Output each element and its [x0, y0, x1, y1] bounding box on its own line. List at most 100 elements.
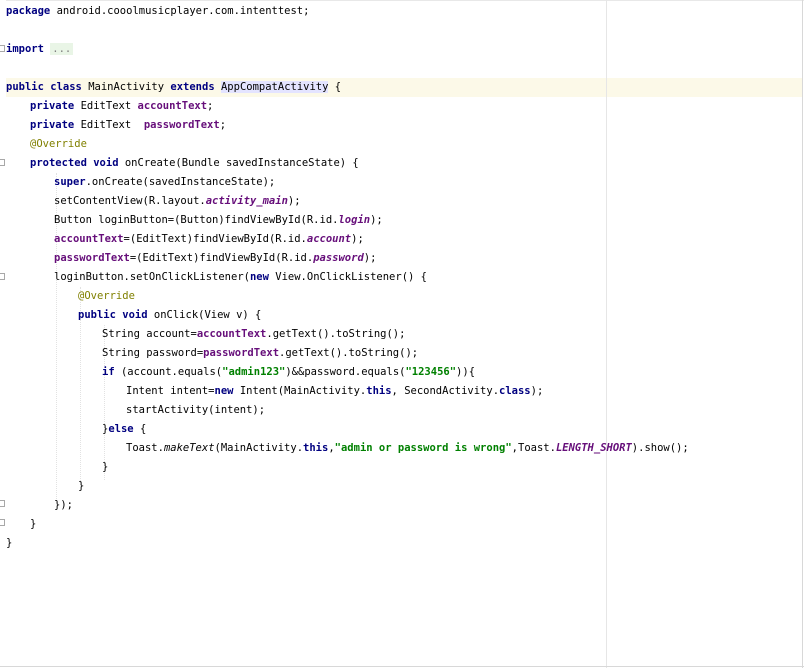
code-line-10[interactable]: Button loginButton=(Button)findViewById(…: [54, 211, 383, 230]
code-text: android.cooolmusicplayer.com.intenttest;: [50, 5, 310, 17]
code-text: Button loginButton=(Button)findViewById(…: [54, 214, 339, 226]
fold-collapse-icon[interactable]: [0, 273, 5, 280]
code-text: );: [287, 195, 301, 207]
keyword: public: [6, 81, 44, 93]
right-border: [802, 0, 803, 668]
code-text: String account=: [102, 328, 197, 340]
code-text: }: [6, 537, 13, 549]
field-name: accountText: [196, 328, 267, 340]
code-line-26[interactable]: }: [30, 515, 36, 534]
code-line-17[interactable]: String password=passwordText.getText().t…: [102, 344, 418, 363]
code-line-3[interactable]: public class MainActivity extends AppCom…: [6, 78, 341, 97]
code-line-5[interactable]: private EditText passwordText;: [30, 116, 226, 135]
fold-end-icon[interactable]: [0, 519, 5, 526]
code-line-19[interactable]: Intent intent=new Intent(MainActivity.th…: [126, 382, 543, 401]
code-line-15[interactable]: public void onClick(View v) {: [78, 306, 261, 325]
code-line-14[interactable]: @Override: [78, 287, 135, 306]
code-line-12[interactable]: passwordText=(EditText)findViewById(R.id…: [54, 249, 376, 268]
code-text: =(EditText)findViewById(R.id.: [129, 252, 314, 264]
code-line-23[interactable]: }: [102, 458, 108, 477]
class-name: MainActivity: [88, 81, 165, 93]
code-line-20[interactable]: startActivity(intent);: [126, 401, 265, 420]
code-text: onClick(View v) {: [153, 309, 262, 321]
code-line-18[interactable]: if (account.equals("admin123")&&password…: [102, 363, 475, 382]
code-text: .onCreate(savedInstanceState);: [85, 176, 276, 188]
code-text: (account.equals(: [120, 366, 223, 378]
code-line-1[interactable]: package android.cooolmusicplayer.com.int…: [6, 2, 309, 21]
code-line-8[interactable]: super.onCreate(savedInstanceState);: [54, 173, 275, 192]
type-name: EditText: [80, 119, 132, 131]
keyword: void: [93, 157, 119, 169]
code-text: );: [363, 252, 377, 264]
string-literal: "123456": [405, 366, 457, 378]
keyword: package: [6, 5, 51, 17]
code-text: }: [78, 480, 85, 492]
keyword: if: [102, 366, 115, 378]
field-name: LENGTH_SHORT: [555, 442, 632, 454]
code-text: }: [102, 461, 109, 473]
fold-collapse-icon[interactable]: [0, 159, 5, 166]
field-name: accountText: [137, 100, 208, 112]
code-line-25[interactable]: });: [54, 496, 73, 515]
keyword: class: [499, 385, 531, 397]
code-line-6[interactable]: @Override: [30, 135, 87, 154]
code-text: , SecondActivity.: [391, 385, 500, 397]
code-text: ;: [207, 100, 214, 112]
field-name: passwordText: [54, 252, 130, 264]
code-line-24[interactable]: }: [78, 477, 84, 496]
code-text: );: [370, 214, 383, 226]
code-text: {: [334, 81, 342, 93]
annotation: @Override: [30, 138, 87, 150]
keyword: class: [50, 81, 82, 93]
keyword: void: [122, 309, 148, 321]
right-margin-guide: [606, 0, 607, 668]
string-literal: "admin123": [222, 366, 286, 378]
keyword: super: [54, 176, 86, 188]
code-text: )){: [456, 366, 476, 378]
code-line-16[interactable]: String account=accountText.getText().toS…: [102, 325, 405, 344]
keyword: this: [366, 385, 392, 397]
code-text: (MainActivity.: [214, 442, 304, 454]
gutter[interactable]: [0, 0, 6, 668]
code-text: ).show();: [631, 442, 689, 454]
field-name: passwordText: [203, 347, 280, 359]
code-line-22[interactable]: Toast.makeText(MainActivity.this,"admin …: [126, 439, 689, 458]
code-text: ;: [219, 119, 227, 131]
code-line-13[interactable]: loginButton.setOnClickListener(new View.…: [54, 268, 427, 287]
field-name: account: [306, 233, 352, 245]
code-line-7[interactable]: protected void onCreate(Bundle savedInst…: [30, 154, 359, 173]
code-line-11[interactable]: accountText=(EditText)findViewById(R.id.…: [54, 230, 364, 249]
code-text: });: [54, 499, 73, 511]
code-line-27[interactable]: }: [6, 534, 12, 553]
string-literal: "admin or password is wrong": [334, 442, 512, 454]
code-line-9[interactable]: setContentView(R.layout.activity_main);: [54, 192, 301, 211]
code-editor[interactable]: package android.cooolmusicplayer.com.int…: [0, 0, 804, 668]
code-text: Intent intent=: [126, 385, 215, 397]
keyword: private: [30, 119, 75, 131]
code-text: {: [139, 423, 147, 435]
field-name: activity_main: [205, 195, 288, 207]
folded-imports[interactable]: ...: [50, 43, 74, 55]
top-border: [0, 0, 804, 1]
keyword: public: [78, 309, 116, 321]
code-text: =(EditText)findViewById(R.id.: [123, 233, 307, 245]
fold-expand-icon[interactable]: [0, 45, 5, 52]
keyword: new: [249, 271, 269, 283]
keyword: import: [6, 43, 44, 55]
code-text: Toast.: [126, 442, 164, 454]
keyword: protected: [30, 157, 87, 169]
code-text: .getText().toString();: [279, 347, 419, 359]
code-text: setContentView(R.layout.: [54, 195, 206, 207]
code-line-4[interactable]: private EditText accountText;: [30, 97, 213, 116]
code-line-21[interactable]: }else {: [102, 420, 146, 439]
code-text: }: [30, 518, 37, 530]
code-line-2[interactable]: import ...: [6, 40, 74, 59]
code-text: .getText().toString();: [266, 328, 406, 340]
fold-end-icon[interactable]: [0, 500, 5, 507]
keyword: this: [303, 442, 329, 454]
code-text: onCreate(Bundle savedInstanceState) {: [124, 157, 359, 169]
code-text: loginButton.setOnClickListener(: [54, 271, 250, 283]
type-name: EditText: [80, 100, 132, 112]
field-name: accountText: [54, 233, 124, 245]
field-name: login: [338, 214, 371, 226]
